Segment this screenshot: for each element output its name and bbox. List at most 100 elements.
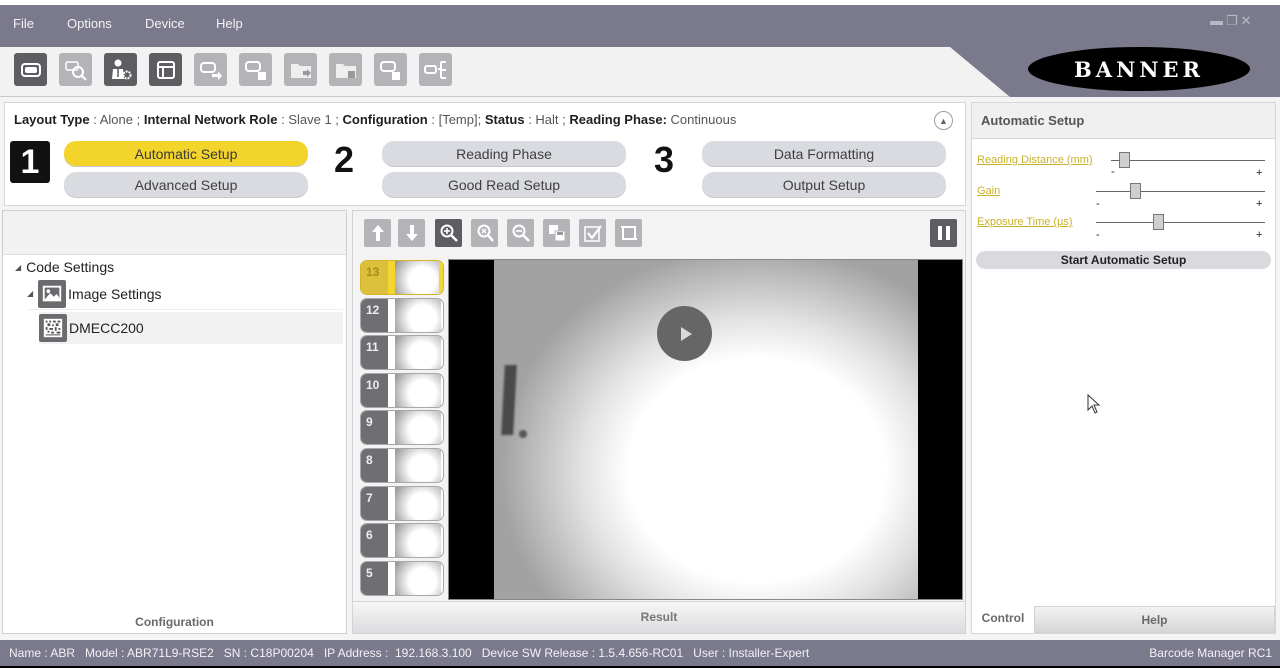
configuration-panel: ◢ Code Settings ◢ Image Settings DMECC20… [2, 210, 347, 634]
device-info-text: Name : ABR Model : ABR71L9-RSE2 SN : C18… [9, 646, 810, 660]
device-search-icon[interactable] [59, 53, 92, 86]
thumbnail-7[interactable]: 7 [360, 485, 444, 521]
layout-icon[interactable] [149, 53, 182, 86]
tree-item-image-settings[interactable]: ◢ Image Settings [27, 278, 343, 310]
slider-max-label: + [1256, 198, 1263, 210]
restore-icon[interactable]: ❐ [1226, 13, 1238, 28]
output-setup-button[interactable]: Output Setup [702, 172, 946, 198]
device-send-icon[interactable] [194, 53, 227, 86]
toolbar-background [0, 47, 1010, 97]
panel-tab-strip: Control Help [972, 603, 1275, 633]
app-window: File Options Device Help ▬ ❐ ✕ BANNER La… [0, 0, 1280, 668]
status-bar: Name : ABR Model : ABR71L9-RSE2 SN : C18… [0, 640, 1280, 666]
gain-slider[interactable] [1096, 191, 1265, 192]
reading-distance-slider-thumb[interactable] [1118, 152, 1130, 168]
automatic-setup-header: Automatic Setup [972, 103, 1275, 139]
configuration-label: Configuration [342, 112, 428, 127]
minimize-icon[interactable]: ▬ [1210, 13, 1223, 28]
thumbnail-13[interactable]: 13 [360, 260, 444, 295]
automatic-setup-title: Automatic Setup [981, 113, 1085, 128]
device-icon[interactable] [14, 53, 47, 86]
network-role-value: Slave 1 [288, 112, 332, 127]
device-status-line: Layout Type : Alone ; Internal Network R… [14, 112, 737, 127]
gain-link[interactable]: Gain [977, 185, 1000, 197]
selection-marker [439, 261, 443, 294]
exposure-time-slider-thumb[interactable] [1153, 214, 1165, 230]
thumbnail-number: 6 [361, 524, 388, 558]
network-tree-icon[interactable] [419, 53, 452, 86]
tab-help[interactable]: Help [1034, 606, 1275, 633]
thumbnail-number: 11 [361, 336, 388, 370]
reading-distance-link[interactable]: Reading Distance (mm) [977, 154, 1093, 166]
expand-arrow-icon[interactable]: ◢ [15, 263, 21, 272]
slider-max-label: + [1256, 167, 1263, 179]
good-read-setup-button[interactable]: Good Read Setup [382, 172, 626, 198]
thumbnail-8[interactable]: 8 [360, 448, 444, 483]
zoom-out-icon[interactable] [507, 219, 534, 247]
reading-phase-button[interactable]: Reading Phase [382, 141, 626, 167]
step-panel: Layout Type : Alone ; Internal Network R… [4, 102, 966, 206]
play-icon [680, 326, 692, 341]
crop-icon[interactable] [615, 219, 642, 247]
checkmark-icon[interactable] [579, 219, 606, 247]
menu-file[interactable]: File [13, 16, 34, 31]
thumbnail-number: 10 [361, 373, 388, 407]
layout-type-value: Alone [99, 112, 133, 127]
thumbnail-5[interactable]: 5 [360, 560, 444, 596]
folder-send-icon[interactable] [284, 53, 317, 86]
camera-view[interactable] [448, 259, 963, 600]
start-automatic-setup-button[interactable]: Start Automatic Setup [976, 251, 1271, 269]
tree-item-label: Image Settings [68, 285, 162, 302]
thumbnail-11[interactable]: 11 [360, 335, 444, 371]
save-images-icon[interactable] [543, 219, 570, 247]
user-settings-icon[interactable] [104, 53, 137, 86]
zoom-in-icon[interactable] [435, 219, 462, 247]
reading-distance-slider[interactable] [1111, 160, 1265, 161]
menu-help[interactable]: Help [216, 16, 243, 31]
thumbnail-image [395, 561, 441, 595]
pause-icon[interactable] [930, 219, 957, 247]
main-toolbar: BANNER [0, 47, 1280, 97]
play-button[interactable] [657, 306, 712, 361]
banner-logo: BANNER [1028, 47, 1250, 91]
device-save-icon[interactable] [239, 53, 272, 86]
menu-options[interactable]: Options [67, 16, 112, 31]
gain-slider-thumb[interactable] [1129, 183, 1141, 199]
result-tab[interactable]: Result [353, 601, 965, 633]
thumbnail-9[interactable]: 9 [360, 410, 444, 446]
thumbnail-10[interactable]: 10 [360, 372, 444, 408]
exposure-time-link[interactable]: Exposure Time (µs) [977, 216, 1073, 228]
advanced-setup-button[interactable]: Advanced Setup [64, 172, 308, 198]
image-panel: 13 12 11 10 9 8 7 6 5 Result [352, 210, 966, 634]
folder-save-icon[interactable] [329, 53, 362, 86]
exposure-time-slider[interactable] [1096, 222, 1265, 223]
step-number-3: 3 [654, 139, 675, 180]
close-icon[interactable]: ✕ [1241, 13, 1252, 28]
menu-device[interactable]: Device [145, 16, 185, 31]
tree-item-code-settings[interactable]: ◢ Code Settings [15, 256, 114, 278]
thumbnail-12[interactable]: 12 [360, 297, 444, 333]
tree-item-dmecc200[interactable]: DMECC200 [39, 312, 343, 344]
arrow-down-icon[interactable] [398, 219, 425, 247]
mouse-cursor-icon [1087, 394, 1101, 414]
configuration-header [3, 211, 346, 255]
arrow-up-icon[interactable] [364, 219, 391, 247]
zoom-reset-icon[interactable] [471, 219, 498, 247]
configuration-value: [Temp] [438, 112, 478, 127]
collapse-chevron-up-icon[interactable]: ▲ [934, 111, 953, 130]
thumbnail-image [395, 524, 441, 558]
thumbnail-image [395, 411, 441, 445]
expand-arrow-icon[interactable]: ◢ [27, 289, 33, 298]
layout-type-label: Layout Type [14, 112, 90, 127]
slider-min-label: - [1111, 166, 1115, 178]
selection-marker [388, 261, 395, 294]
automatic-setup-button[interactable]: Automatic Setup [64, 141, 308, 167]
window-controls: ▬ ❐ ✕ [1207, 13, 1252, 29]
thumbnail-image [395, 298, 441, 332]
menu-bar: File Options Device Help ▬ ❐ ✕ [0, 5, 1280, 47]
tab-control[interactable]: Control [972, 603, 1034, 633]
image-icon [38, 279, 67, 308]
thumbnail-6[interactable]: 6 [360, 523, 444, 559]
device-save-alt-icon[interactable] [374, 53, 407, 86]
data-formatting-button[interactable]: Data Formatting [702, 141, 946, 167]
